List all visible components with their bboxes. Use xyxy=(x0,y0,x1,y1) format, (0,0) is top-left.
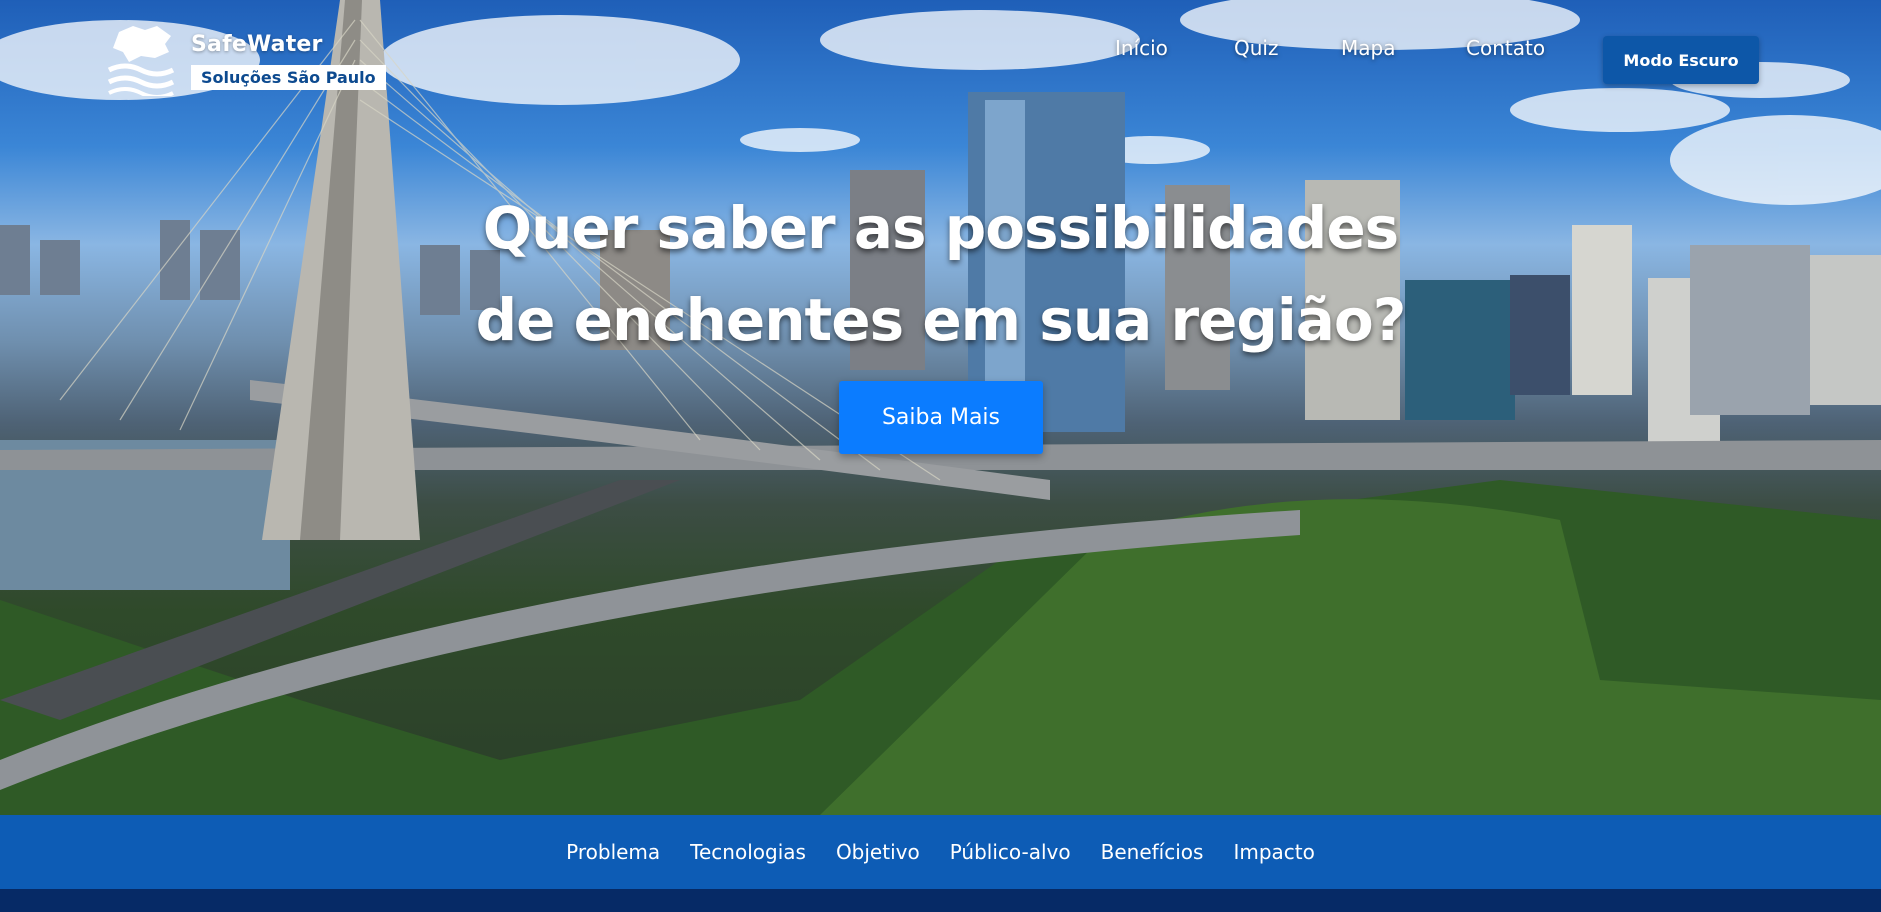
nav-item-quiz[interactable]: Quiz xyxy=(1234,36,1278,60)
nav-item-inicio[interactable]: Início xyxy=(1115,36,1168,60)
section-link-problema[interactable]: Problema xyxy=(566,840,660,864)
hero-headline: Quer saber as possibilidades de enchente… xyxy=(0,182,1881,366)
section-nav: Problema Tecnologias Objetivo Público-al… xyxy=(0,815,1881,889)
section-link-publico-alvo[interactable]: Público-alvo xyxy=(950,840,1071,864)
nav-item-contato[interactable]: Contato xyxy=(1466,36,1545,60)
page-bottom-strip xyxy=(0,889,1881,912)
hero-headline-line2: de enchentes em sua região? xyxy=(475,286,1407,354)
brand-logo[interactable]: SafeWater Soluções São Paulo xyxy=(105,22,386,99)
section-link-objetivo[interactable]: Objetivo xyxy=(836,840,920,864)
nav-item-mapa[interactable]: Mapa xyxy=(1341,36,1395,60)
sao-paulo-map-waves-icon xyxy=(107,26,175,99)
hero-headline-line1: Quer saber as possibilidades xyxy=(482,194,1399,262)
section-link-beneficios[interactable]: Benefícios xyxy=(1101,840,1204,864)
brand-tagline: Soluções São Paulo xyxy=(191,65,386,90)
section-link-impacto[interactable]: Impacto xyxy=(1233,840,1314,864)
brand-name: SafeWater xyxy=(191,32,323,57)
section-link-tecnologias[interactable]: Tecnologias xyxy=(690,840,806,864)
saiba-mais-button[interactable]: Saiba Mais xyxy=(839,381,1043,454)
dark-mode-button[interactable]: Modo Escuro xyxy=(1603,36,1759,84)
